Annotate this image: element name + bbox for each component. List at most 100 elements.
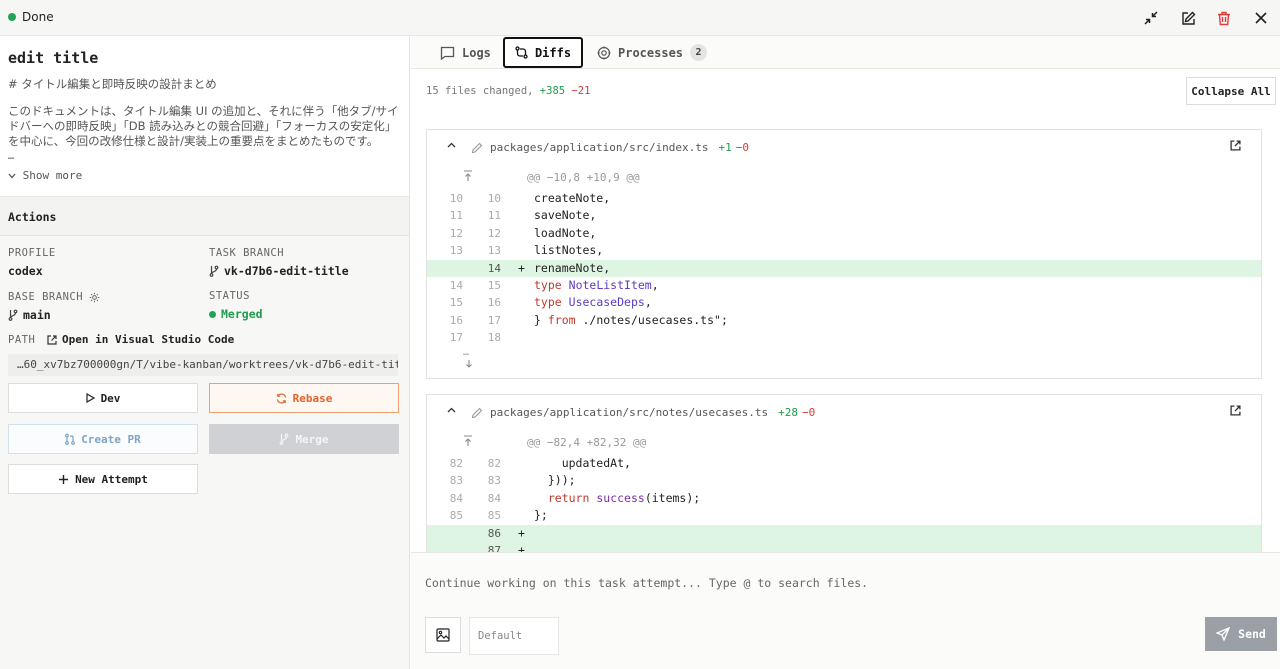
profile-value: codex	[8, 264, 43, 278]
diff-line-added: 14 + renameNote,	[427, 259, 1261, 277]
minimize-icon[interactable]	[1141, 8, 1161, 28]
diff-line: 85 85};	[427, 507, 1261, 524]
old-line-number: 13	[449, 244, 463, 258]
new-line-number: 15	[487, 278, 501, 292]
diff-additions: +385	[539, 85, 566, 97]
external-link-icon[interactable]	[1230, 140, 1241, 151]
new-line-number: 86	[487, 526, 501, 540]
code-text: type UsecaseDeps,	[534, 295, 652, 310]
profile-label: PROFILE	[8, 247, 56, 259]
description-ellipsis: …	[8, 151, 15, 162]
gap-dots: …	[463, 346, 470, 358]
diff-file-path-row: packages/application/src/notes/usecases.…	[490, 406, 815, 419]
old-line-number: 83	[449, 474, 463, 488]
expand-up-icon[interactable]	[463, 435, 473, 447]
code-text: loadNote,	[534, 225, 597, 240]
new-attempt-label: New Attempt	[75, 472, 148, 486]
diff-deletions: −21	[571, 85, 591, 97]
diff-line: 83 83 }));	[427, 472, 1261, 489]
diff-sign: +	[518, 525, 525, 540]
new-line-number: 84	[487, 491, 501, 505]
task-heading: # タイトル編集と即時反映の設計まとめ	[8, 77, 217, 91]
diff-line: 14 15 type NoteListItem,	[427, 277, 1261, 294]
chevron-down-icon	[8, 173, 16, 179]
task-description: このドキュメントは、タイトル編集 UI の追加と、それに伴う「他タブ/サイドバー…	[8, 104, 399, 148]
model-select[interactable]: Default	[469, 617, 559, 655]
image-icon	[436, 628, 450, 642]
task-branch-value: vk-d7b6-edit-title	[209, 264, 349, 278]
old-line-number: 11	[449, 209, 463, 223]
diff-line: 15 16 type UsecaseDeps,	[427, 294, 1261, 311]
attach-image-button[interactable]	[425, 617, 461, 653]
tab-diffs[interactable]: Diffs	[503, 37, 583, 68]
old-line-number: 82	[449, 457, 463, 470]
new-line-number: 16	[487, 296, 501, 310]
hunk-header: @@ −82,4 +82,32 @@	[427, 431, 1261, 455]
send-button[interactable]: Send	[1205, 617, 1277, 651]
status-text-merged: Merged	[221, 307, 263, 321]
base-branch-label: BASE BRANCH	[8, 291, 84, 303]
edit-icon[interactable]	[1178, 8, 1198, 28]
new-line-number: 82	[487, 457, 501, 470]
diff-line-added: 86 +	[427, 524, 1261, 542]
tab-diffs-label: Diffs	[534, 45, 572, 60]
message-icon	[440, 46, 455, 60]
tab-logs-label: Logs	[462, 45, 491, 60]
old-line-number: 10	[449, 192, 463, 205]
git-merge-icon	[280, 433, 289, 445]
diff-file-header[interactable]: packages/application/src/notes/usecases.…	[427, 395, 1261, 431]
new-line-number: 14	[487, 261, 501, 275]
show-more-button[interactable]: Show more	[8, 169, 82, 182]
message-input[interactable]	[411, 553, 1280, 613]
status-value: Merged	[209, 307, 263, 321]
merge-button[interactable]: Merge	[209, 424, 399, 454]
trash-icon[interactable]	[1214, 8, 1234, 28]
chevron-up-icon[interactable]	[447, 407, 456, 413]
attempt-panel: Logs Diffs Processes 2 15 files changed,…	[411, 36, 1280, 669]
old-line-number: 14	[449, 278, 463, 292]
close-icon[interactable]	[1251, 8, 1271, 28]
code-text: listNotes,	[534, 243, 604, 258]
new-line-number: 10	[487, 192, 501, 205]
expand-down-icon[interactable]	[464, 359, 474, 369]
code-text: createNote,	[534, 191, 611, 205]
diff-summary-text: 15 files changed,	[426, 85, 534, 97]
diff-line: 13 13 listNotes,	[427, 242, 1261, 259]
old-line-number: 85	[449, 509, 463, 523]
diff-line: 12 12 loadNote,	[427, 225, 1261, 242]
collapse-all-button[interactable]: Collapse All	[1186, 77, 1276, 105]
refresh-icon	[276, 393, 286, 403]
rebase-label: Rebase	[292, 391, 333, 405]
send-label: Send	[1238, 627, 1266, 641]
tab-bar: Logs Diffs Processes 2	[411, 36, 1280, 69]
open-in-vscode-link[interactable]: Open in Visual Studio Code	[47, 333, 234, 346]
tab-logs[interactable]: Logs	[440, 37, 491, 68]
pencil-icon	[471, 407, 483, 419]
diff-summary: 15 files changed, +385 −21	[426, 85, 590, 97]
hunk-range: @@ −10,8 +10,9 @@	[527, 171, 640, 184]
merge-label: Merge	[295, 432, 329, 446]
old-line-number: 17	[449, 331, 463, 345]
external-link-icon[interactable]	[1230, 405, 1241, 416]
status-dot	[8, 13, 16, 21]
dev-button[interactable]: Dev	[8, 383, 198, 413]
new-attempt-button[interactable]: New Attempt	[8, 464, 198, 494]
tab-processes[interactable]: Processes 2	[597, 37, 708, 68]
base-branch-label-row: BASE BRANCH	[8, 291, 100, 303]
base-branch-value: main	[8, 308, 51, 322]
hunk-footer: …	[427, 347, 1261, 377]
chevron-up-icon[interactable]	[447, 142, 456, 148]
code-text: type NoteListItem,	[534, 277, 659, 292]
diff-file-path-row: packages/application/src/index.ts +1 −0	[490, 141, 749, 154]
create-pr-button[interactable]: Create PR	[8, 424, 198, 454]
diff-sign: +	[518, 260, 525, 275]
gear-icon[interactable]	[89, 292, 100, 303]
git-compare-icon	[515, 46, 528, 59]
diff-file-header[interactable]: packages/application/src/index.ts +1 −0	[427, 130, 1261, 166]
pull-request-icon	[65, 433, 76, 445]
rebase-button[interactable]: Rebase	[209, 383, 399, 413]
expand-up-icon[interactable]	[463, 170, 473, 182]
task-branch-text: vk-d7b6-edit-title	[224, 264, 349, 278]
dev-label: Dev	[100, 391, 121, 405]
plus-icon	[59, 474, 69, 484]
